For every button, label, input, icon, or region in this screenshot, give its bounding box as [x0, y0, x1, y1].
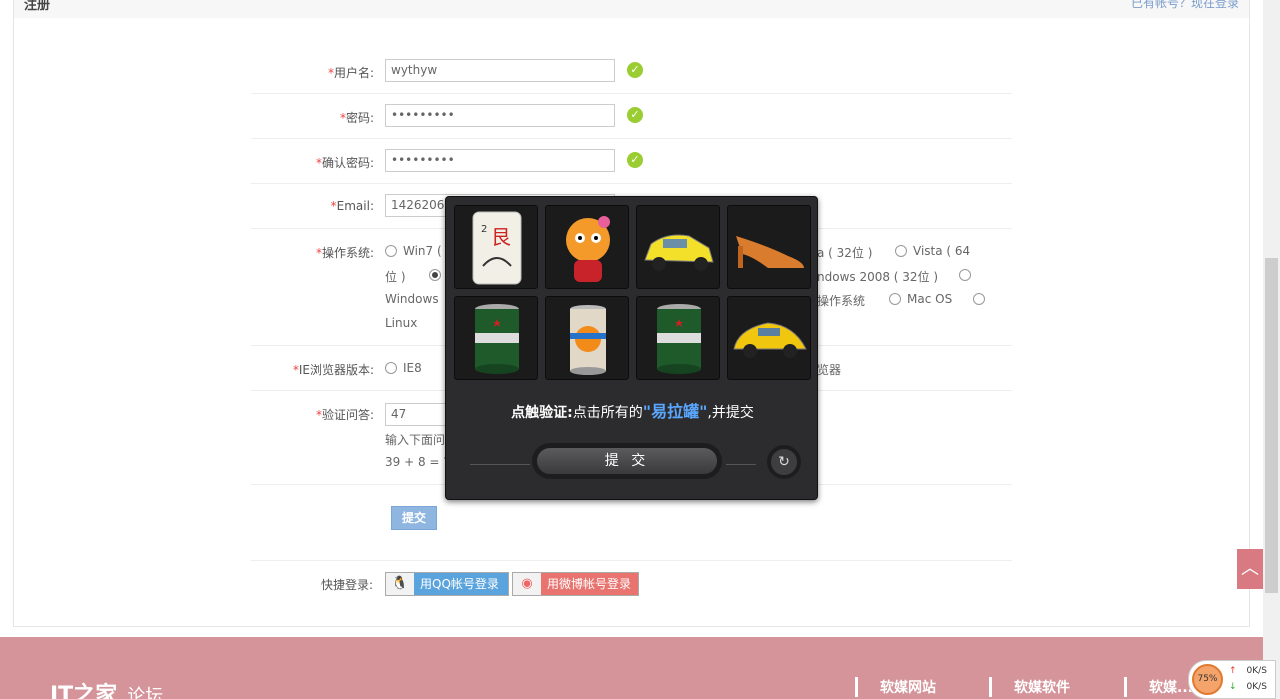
captcha-modal: 2 艮 点触验证:点击所有的"易拉罐",并提交 提 交 ↻: [445, 196, 818, 500]
os-wrap-fragment: 位 ): [385, 270, 406, 284]
os-option-win2008: ndows 2008 ( 32位 ): [817, 270, 939, 284]
weibo-icon: ◉: [513, 573, 541, 595]
radio-icon: [973, 293, 985, 305]
car-icon: [644, 234, 714, 271]
radio-icon: [889, 293, 901, 305]
ie-label: *IE浏览器版本:: [292, 363, 374, 377]
captcha-tile-heineken-can[interactable]: [636, 296, 720, 380]
captcha-prompt-prefix: 点触验证:: [511, 405, 573, 421]
qq-icon: 🐧: [386, 573, 414, 595]
captcha-tile-yellow-car[interactable]: [636, 205, 720, 289]
refresh-icon[interactable]: ↻: [767, 445, 801, 479]
footer-nav-item[interactable]: 软媒软件: [989, 677, 1070, 697]
os-option-macos[interactable]: Mac OS: [889, 292, 952, 306]
os-option-windows: Windows: [385, 292, 439, 306]
captcha-tile-mahjong[interactable]: 2 艮: [454, 205, 538, 289]
svg-text:2: 2: [481, 224, 487, 235]
beer-can-icon: [657, 304, 701, 374]
check-icon: ✓: [627, 107, 643, 123]
page-header: 注册 已有帐号？现在登录: [13, 0, 1250, 19]
username-input[interactable]: wythyw: [385, 59, 615, 82]
download-speed: 0K/S: [1229, 682, 1267, 692]
qq-login-label: 用QQ帐号登录: [420, 577, 499, 591]
memory-usage-indicator: 75%: [1192, 664, 1223, 695]
os-label: *操作系统:: [315, 246, 374, 260]
ie-option-ie8[interactable]: IE8: [385, 361, 422, 375]
beer-can-icon: [475, 304, 519, 374]
confirm-password-row: *确认密码: ••••••••• ✓: [251, 139, 1012, 184]
username-row: *用户名: wythyw ✓: [251, 48, 1012, 94]
network-speed-widget[interactable]: 75% 0K/S 0K/S: [1188, 660, 1276, 699]
email-label: *Email:: [330, 199, 374, 213]
quick-login-label: 快捷登录:: [321, 578, 374, 592]
captcha-tile-heineken-can[interactable]: [454, 296, 538, 380]
os-option-other: 操作系统: [817, 294, 866, 308]
footer-nav-item[interactable]: 软媒网站: [855, 677, 936, 697]
ie-option-other: 览器: [817, 363, 842, 377]
confirm-password-label: *确认密码:: [315, 156, 374, 170]
os-option-next[interactable]: [959, 268, 977, 282]
check-icon: ✓: [627, 62, 643, 78]
car-icon: [733, 322, 807, 358]
divider: [470, 464, 530, 465]
radio-checked-icon: [429, 269, 441, 281]
os-option-fragment: a ( 32位 ): [817, 246, 873, 260]
captcha-prompt-suffix: ,并提交: [707, 405, 754, 421]
scrollbar-thumb[interactable]: [1265, 258, 1278, 593]
captcha-prompt: 点触验证:点击所有的"易拉罐",并提交: [446, 398, 819, 422]
mahjong-tile-icon: 2 艮: [472, 211, 522, 285]
divider: [251, 560, 1012, 561]
soda-can-icon: [570, 305, 606, 375]
os-option-win7[interactable]: Win7 (: [385, 244, 442, 258]
os-option-linux: Linux: [385, 316, 418, 330]
captcha-tile-fanta-can[interactable]: [545, 296, 629, 380]
captcha-tile-high-heel[interactable]: [727, 205, 811, 289]
svg-text:艮: 艮: [491, 225, 511, 249]
radio-icon: [895, 245, 907, 257]
check-icon: ✓: [627, 152, 643, 168]
submit-button[interactable]: 提交: [391, 506, 437, 530]
password-row: *密码: ••••••••• ✓: [251, 94, 1012, 139]
captcha-tile-tiger[interactable]: [545, 205, 629, 289]
captcha-tile-beetle-car[interactable]: [727, 296, 811, 380]
weibo-login-button[interactable]: ◉ 用微博帐号登录: [512, 572, 639, 596]
weibo-login-label: 用微博帐号登录: [547, 577, 632, 591]
captcha-submit-button[interactable]: 提 交: [536, 447, 718, 475]
os-option-linux-radio[interactable]: [973, 292, 991, 306]
footer: IT之家 论坛 软媒网站 软媒软件 软媒...: [0, 637, 1280, 699]
password-input[interactable]: •••••••••: [385, 104, 615, 127]
login-link[interactable]: 已有帐号？现在登录: [1131, 0, 1239, 11]
radio-icon: [959, 269, 971, 281]
confirm-password-input[interactable]: •••••••••: [385, 149, 615, 172]
radio-icon: [385, 245, 397, 257]
os-option-vista64[interactable]: Vista ( 64: [895, 244, 970, 258]
page-title: 注册: [24, 0, 51, 13]
captcha-prompt-target: "易拉罐": [642, 402, 708, 421]
back-to-top-button[interactable]: ︿: [1237, 549, 1263, 589]
captcha-hint: 输入下面问: [385, 433, 446, 447]
chevron-up-icon: ︿: [1241, 558, 1259, 579]
captcha-question: 39 + 8 = ?: [385, 455, 450, 469]
password-label: *密码:: [339, 111, 374, 125]
high-heel-icon: [736, 236, 804, 268]
tiger-icon: [566, 216, 610, 282]
captcha-question-label: *验证问答:: [315, 408, 374, 422]
captcha-prompt-main: 点击所有的: [572, 405, 643, 421]
username-label: *用户名:: [327, 66, 374, 80]
page-scrollbar[interactable]: [1263, 0, 1280, 699]
qq-login-button[interactable]: 🐧 用QQ帐号登录: [385, 572, 509, 596]
site-logo[interactable]: IT之家 论坛: [50, 677, 163, 699]
upload-speed: 0K/S: [1229, 666, 1267, 676]
divider: [726, 464, 756, 465]
footer-nav-item[interactable]: 软媒...: [1124, 677, 1193, 697]
radio-icon: [385, 362, 397, 374]
